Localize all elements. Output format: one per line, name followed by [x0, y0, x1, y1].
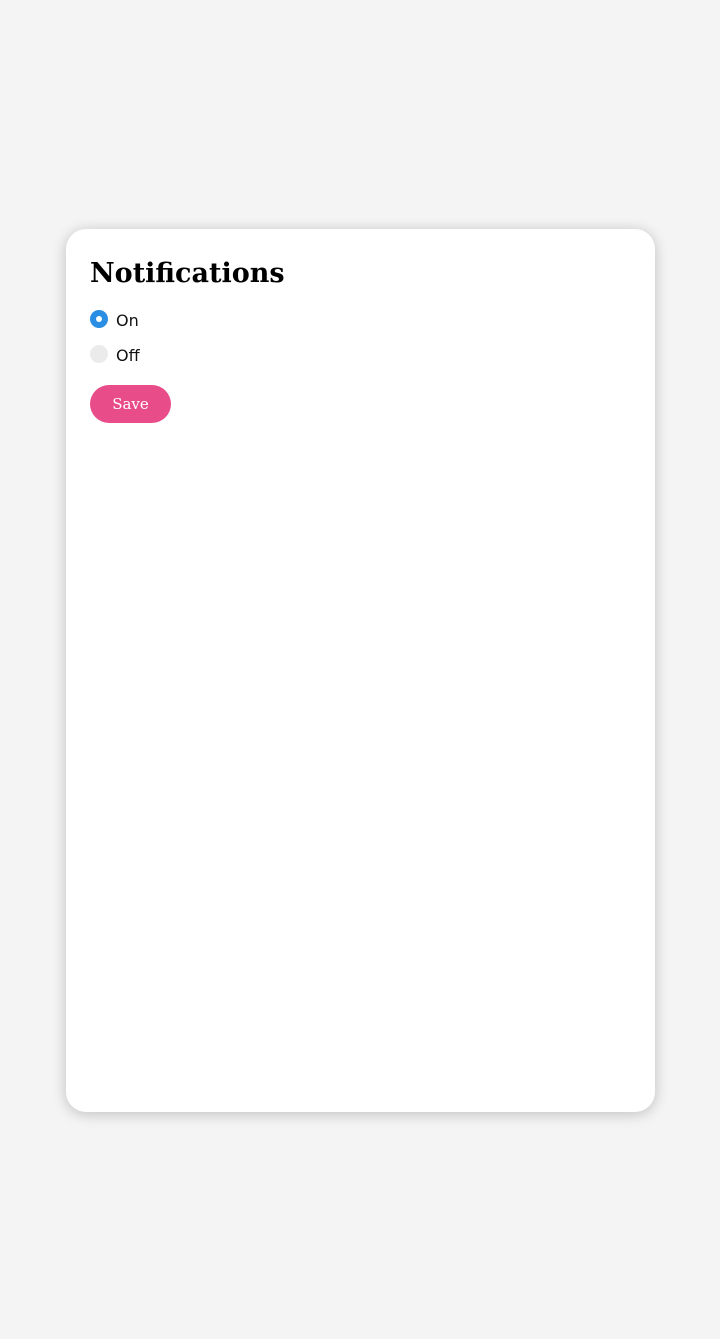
- radio-unchecked-icon[interactable]: [90, 345, 108, 363]
- radio-label-on: On: [116, 311, 139, 330]
- save-button[interactable]: Save: [90, 385, 171, 423]
- card-title: Notifications: [90, 258, 285, 289]
- radio-checked-icon[interactable]: [90, 310, 108, 328]
- notifications-card: Notifications On Off Save: [66, 229, 655, 1112]
- radio-option-off[interactable]: Off: [90, 341, 140, 367]
- radio-label-off: Off: [116, 346, 140, 365]
- radio-option-on[interactable]: On: [90, 306, 139, 332]
